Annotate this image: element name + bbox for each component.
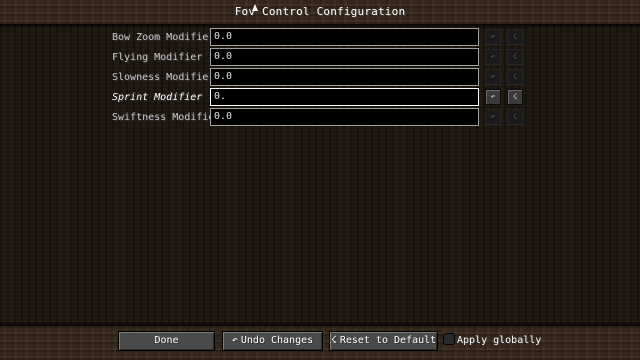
undo-icon: ↶ <box>231 335 238 346</box>
reset-icon: ☇ <box>512 52 518 61</box>
setting-row-bow-zoom: Bow Zoom Modifier 0.0 ↶ ☇ <box>0 28 640 48</box>
apply-globally-label: Apply globally <box>457 335 542 346</box>
undo-setting-button[interactable]: ↶ <box>485 109 501 125</box>
reset-icon: ☇ <box>512 92 518 101</box>
done-button[interactable]: Done <box>118 331 215 351</box>
undo-icon: ↶ <box>490 112 496 121</box>
setting-row-flying: Flying Modifier 0.0 ↶ ☇ <box>0 48 640 68</box>
checkbox-icon[interactable] <box>443 333 455 345</box>
reset-setting-button[interactable]: ☇ <box>507 49 523 65</box>
apply-globally-checkbox[interactable]: Apply globally <box>443 331 541 349</box>
undo-icon: ↶ <box>490 32 496 41</box>
value-input[interactable]: 0. <box>210 88 479 106</box>
reset-icon: ☇ <box>512 32 518 41</box>
undo-icon: ↶ <box>490 72 496 81</box>
undo-icon: ↶ <box>490 52 496 61</box>
undo-icon: ↶ <box>490 92 496 101</box>
reset-icon: ☇ <box>330 335 337 346</box>
done-label: Done <box>154 335 179 346</box>
setting-label: Swiftness Modifier <box>112 112 221 123</box>
setting-label: Sprint Modifier <box>112 92 203 103</box>
config-screen: Fov Control Configuration Bow Zoom Modif… <box>0 0 640 360</box>
undo-changes-button[interactable]: ↶ Undo Changes <box>222 331 323 351</box>
value-input[interactable]: 0.0 <box>210 48 479 66</box>
setting-row-sprint: Sprint Modifier 0. ↶ ☇ <box>0 88 640 108</box>
value-input[interactable]: 0.0 <box>210 68 479 86</box>
undo-setting-button[interactable]: ↶ <box>485 69 501 85</box>
value-input[interactable]: 0.0 <box>210 28 479 46</box>
undo-changes-label: Undo Changes <box>240 335 314 346</box>
reset-setting-button[interactable]: ☇ <box>507 109 523 125</box>
setting-label: Bow Zoom Modifier <box>112 32 215 43</box>
screen-title: Fov Control Configuration <box>234 5 406 18</box>
undo-setting-button[interactable]: ↶ <box>485 29 501 45</box>
reset-setting-button[interactable]: ☇ <box>507 89 523 105</box>
setting-label: Flying Modifier <box>112 52 203 63</box>
reset-icon: ☇ <box>512 72 518 81</box>
value-input[interactable]: 0.0 <box>210 108 479 126</box>
undo-setting-button[interactable]: ↶ <box>485 89 501 105</box>
setting-row-slowness: Slowness Modifier 0.0 ↶ ☇ <box>0 68 640 88</box>
reset-setting-button[interactable]: ☇ <box>507 29 523 45</box>
undo-setting-button[interactable]: ↶ <box>485 49 501 65</box>
reset-to-default-button[interactable]: ☇ Reset to Default <box>329 331 438 351</box>
reset-icon: ☇ <box>512 112 518 121</box>
reset-setting-button[interactable]: ☇ <box>507 69 523 85</box>
setting-label: Slowness Modifier <box>112 72 215 83</box>
reset-to-default-label: Reset to Default <box>339 335 437 346</box>
mouse-cursor-icon <box>252 4 258 11</box>
setting-row-swiftness: Swiftness Modifier 0.0 ↶ ☇ <box>0 108 640 128</box>
